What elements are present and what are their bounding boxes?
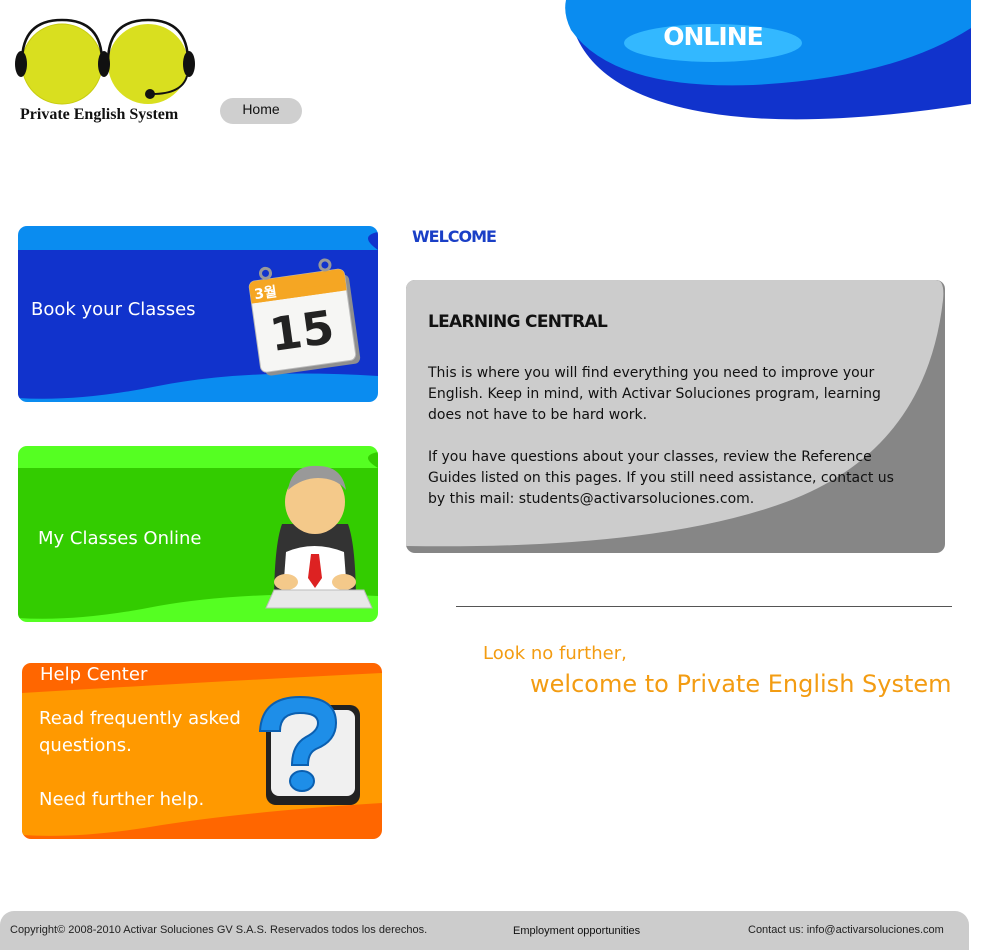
contact-text: Contact us: info@activarsoluciones.com [748,924,944,936]
welcome-heading: WELCOME [412,227,497,246]
help-center-card[interactable]: Help Center Read frequently asked questi… [22,663,382,839]
faq-link[interactable]: Read frequently asked questions. [39,705,249,759]
footer: Copyright© 2008-2010 Activar Soluciones … [0,911,969,950]
divider [456,606,952,607]
help-center-title: Help Center [40,664,148,685]
copyright-text: Copyright© 2008-2010 Activar Soluciones … [10,924,428,936]
tagline-line-2: welcome to Private English System [530,670,952,698]
calendar-day: 15 [266,300,337,362]
student-at-computer-icon [265,465,373,609]
logo-text: Private English System [20,106,179,123]
book-classes-label: Book your Classes [31,299,196,320]
calendar-month: 3월 [253,283,278,303]
my-classes-online-label: My Classes Online [38,528,202,549]
learning-central-title: LEARNING CENTRAL [428,312,608,332]
my-classes-online-card[interactable]: My Classes Online [18,446,378,622]
online-badge: ONLINE [663,22,763,51]
home-button[interactable]: Home [220,98,302,124]
calendar-icon: 3월 15 [248,258,361,376]
tagline-line-1: Look no further, [483,643,627,664]
intro-paragraph: This is where you will find everything y… [428,365,881,423]
help-paragraph: If you have questions about your classes… [428,449,894,507]
learning-central-panel: LEARNING CENTRAL This is where you will … [406,280,945,553]
question-mark-icon [258,695,360,805]
employment-link[interactable]: Employment opportunities [513,925,640,937]
further-help-link[interactable]: Need further help. [39,786,204,813]
book-classes-card[interactable]: Book your Classes 3월 15 [18,226,378,402]
online-banner [565,0,971,120]
